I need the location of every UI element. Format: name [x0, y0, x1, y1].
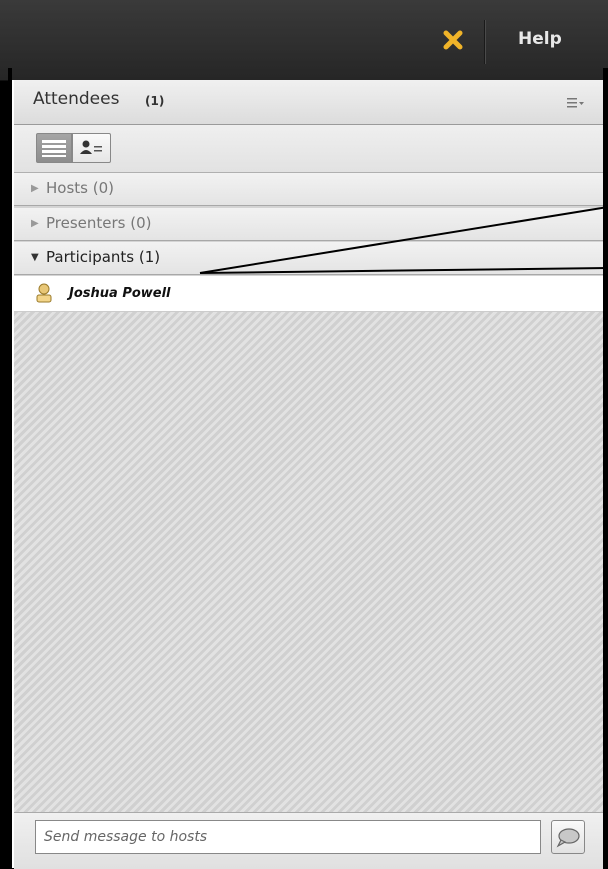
- section-presenters-label: Presenters (0): [46, 214, 152, 232]
- panel-header: Attendees (1): [14, 80, 603, 125]
- attendee-list-empty-area: [14, 312, 603, 812]
- person-icon: [36, 283, 52, 303]
- toolbar-separator: [484, 20, 485, 64]
- speech-bubble-icon: [556, 828, 580, 848]
- list-menu-icon[interactable]: [567, 96, 585, 110]
- card-view-button[interactable]: [72, 133, 111, 163]
- top-bar: Help: [0, 0, 608, 81]
- message-input[interactable]: [35, 820, 541, 854]
- send-message-button[interactable]: [551, 820, 585, 854]
- section-participants-label: Participants (1): [46, 248, 161, 266]
- participant-name: Joshua Powell: [69, 286, 171, 301]
- list-view-button[interactable]: [36, 133, 72, 163]
- view-toggle-bar: [14, 125, 603, 173]
- attendees-panel: Attendees (1) ▶ Hosts (0) ▶ Presenters (…: [12, 80, 603, 869]
- participant-row[interactable]: Joshua Powell: [14, 276, 603, 312]
- panel-title: Attendees: [33, 89, 120, 109]
- section-hosts-label: Hosts (0): [46, 179, 114, 197]
- collapse-arrow-icon: ▶: [31, 218, 39, 229]
- expand-arrow-icon: ▼: [31, 252, 39, 263]
- section-hosts[interactable]: ▶ Hosts (0): [14, 173, 603, 206]
- panel-right-edge: [603, 68, 608, 868]
- help-button[interactable]: Help: [518, 29, 562, 49]
- collapse-arrow-icon: ▶: [31, 183, 39, 194]
- section-presenters[interactable]: ▶ Presenters (0): [14, 208, 603, 241]
- attendee-count: (1): [145, 94, 165, 108]
- section-participants[interactable]: ▼ Participants (1): [14, 242, 603, 275]
- close-x-icon[interactable]: [443, 30, 463, 50]
- list-view-icon: [42, 140, 66, 157]
- message-footer: [14, 812, 603, 869]
- attendee-card-view-icon: [80, 140, 102, 154]
